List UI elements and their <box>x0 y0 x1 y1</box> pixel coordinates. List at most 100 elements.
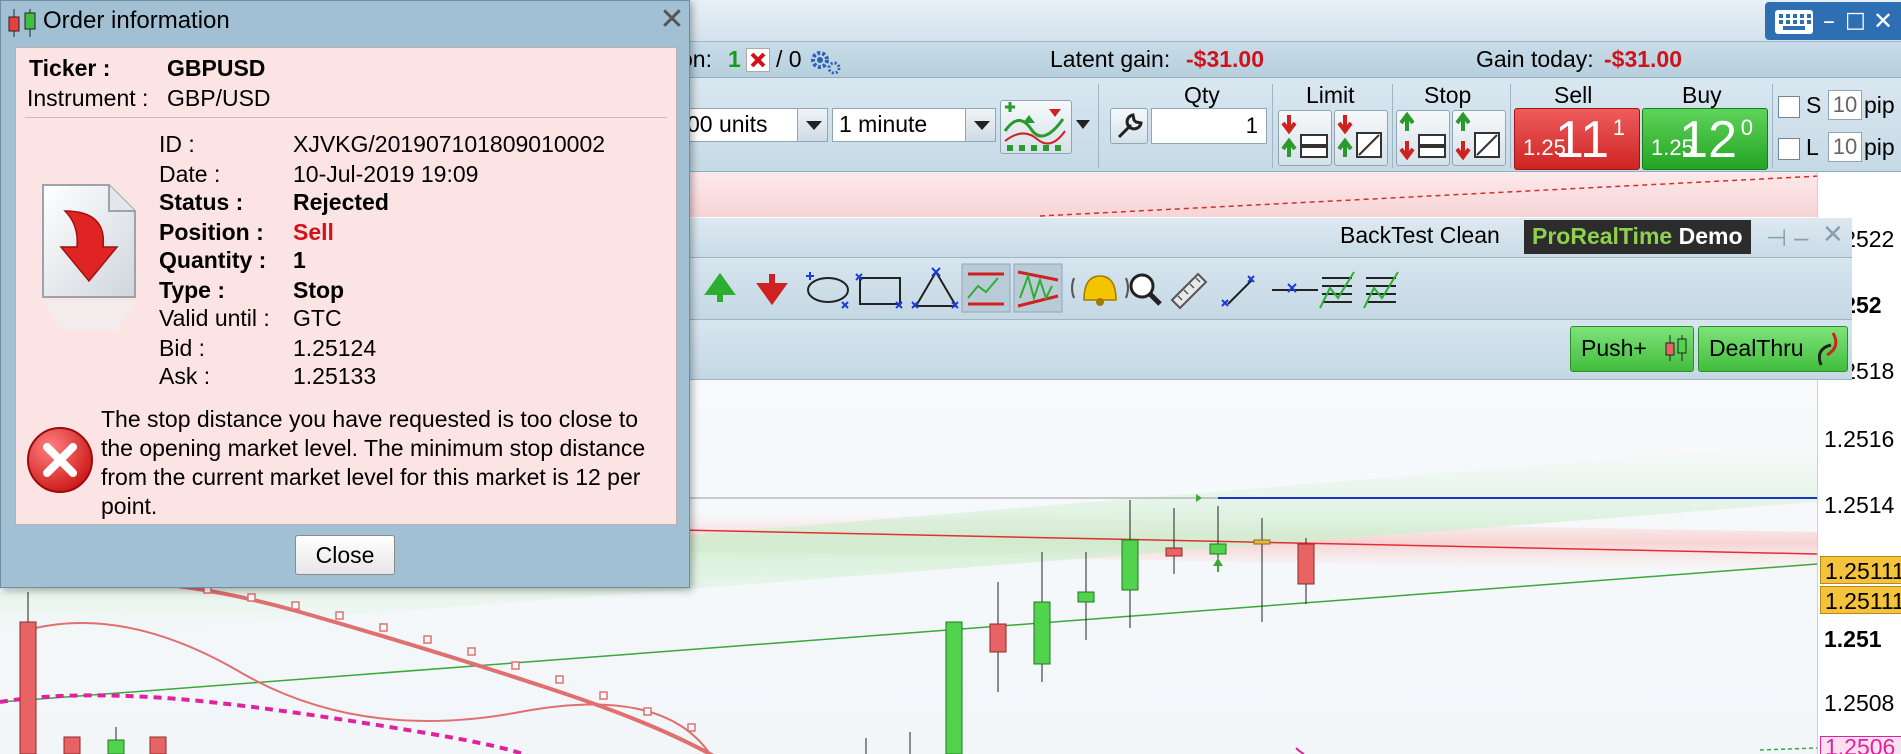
dealthru-button[interactable]: DealThru <box>1698 326 1848 372</box>
qty-label: Qty <box>1184 82 1220 108</box>
quantity-input[interactable]: 1 <box>1151 108 1267 144</box>
sell-price-fraction: 1 <box>1612 115 1625 140</box>
arrow-down-icon <box>756 274 788 306</box>
window-controls: – □ ✕ <box>1765 2 1901 40</box>
stop-pips-unit: pip <box>1864 92 1895 118</box>
pin-icon[interactable]: ⊣ <box>1766 224 1787 253</box>
id-label: ID : <box>159 131 195 157</box>
dialog-title: Order information <box>43 7 230 34</box>
status-value: Rejected <box>293 189 389 215</box>
push-plus-label: Push+ <box>1581 335 1647 361</box>
backtest-label[interactable]: BackTest Clean <box>1340 222 1500 249</box>
stop-label: Stop <box>1424 82 1472 108</box>
date-label: Date : <box>159 161 221 187</box>
push-plus-button[interactable]: Push+ <box>1570 326 1694 372</box>
units-select[interactable]: 00 units <box>680 108 828 142</box>
indicator-price-label: 1.2506 <box>1820 736 1901 754</box>
close-button[interactable]: Close <box>295 535 395 575</box>
maximize-icon[interactable]: □ <box>1845 8 1866 34</box>
ticker-value: GBPUSD <box>167 55 266 81</box>
ask-value: 1.25133 <box>293 363 377 389</box>
sell-price-pips: 11 <box>1555 111 1609 169</box>
quantity-label: Quantity : <box>159 247 267 273</box>
rectangle-icon <box>855 273 903 309</box>
limit-sell-order-button[interactable] <box>1334 110 1388 166</box>
bid-label: Bid : <box>159 335 206 361</box>
buy-label: Buy <box>1682 82 1722 108</box>
keyboard-icon[interactable] <box>1775 10 1813 34</box>
account-status-bar: on: 1 / 0 Latent gain: -$31.00 Gain toda… <box>680 42 1901 78</box>
date-value: 10-Jul-2019 19:09 <box>293 161 479 187</box>
limit-pips-checkbox[interactable] <box>1778 138 1800 160</box>
wrench-icon[interactable] <box>1110 108 1148 144</box>
error-icon <box>27 427 93 493</box>
indicators-menu-arrow[interactable] <box>1076 120 1090 129</box>
brand-name: ProRealTime <box>1532 223 1673 249</box>
status-label: Status : <box>159 189 244 215</box>
bid-value: 1.25124 <box>293 335 377 361</box>
brand-mode: Demo <box>1678 223 1743 249</box>
order-information-dialog: Order information ✕ Ticker : GBPUSD Inst… <box>0 0 690 588</box>
minimize-icon[interactable]: – <box>1794 222 1808 253</box>
instrument-label: Instrument : <box>27 85 149 111</box>
timeframe-select[interactable]: 1 minute <box>832 108 996 142</box>
ask-label: Ask : <box>159 363 211 389</box>
y-tick: 1.2514 <box>1824 492 1895 518</box>
ask-price-label: 1.25111 <box>1820 586 1901 614</box>
sell-order-document-icon <box>42 184 136 331</box>
chevron-down-icon <box>965 109 995 141</box>
timeframe-value: 1 minute <box>839 111 928 137</box>
candles-icon <box>8 9 36 37</box>
limit-label: Limit <box>1306 82 1355 108</box>
gain-today-label: Gain today: <box>1476 46 1594 72</box>
divider <box>25 117 667 118</box>
close-icon[interactable]: ✕ <box>1873 8 1893 34</box>
ruler-icon <box>1170 272 1208 310</box>
buy-button[interactable]: 1.25 12 0 <box>1642 108 1768 170</box>
limit-pips-input[interactable]: 10 <box>1828 132 1862 162</box>
type-value: Stop <box>293 277 345 303</box>
valid-until-value: GTC <box>293 305 342 331</box>
triangle-icon <box>911 267 959 309</box>
pending-count: / 0 <box>776 46 802 72</box>
latent-gain-label: Latent gain: <box>1050 46 1171 72</box>
y-tick: 1.251 <box>1824 626 1882 652</box>
sell-label: Sell <box>1554 82 1593 108</box>
sell-button[interactable]: 1.25 11 1 <box>1514 108 1640 170</box>
close-icon[interactable]: ✕ <box>657 5 687 35</box>
stop-pips-input[interactable]: 10 <box>1828 90 1862 120</box>
error-message: The stop distance you have requested is … <box>101 406 646 519</box>
position-label: Position : <box>159 219 264 245</box>
units-value: 00 units <box>687 111 768 137</box>
position-value: Sell <box>293 219 334 245</box>
drawing-toolbar <box>680 258 1852 320</box>
candles-icon <box>1665 335 1687 361</box>
limit-pips-letter: L <box>1806 134 1819 160</box>
dealthru-label: DealThru <box>1709 335 1804 361</box>
close-icon[interactable]: ✕ <box>1822 220 1844 250</box>
type-label: Type : <box>159 277 226 303</box>
buy-price-pips: 12 <box>1679 111 1737 169</box>
gain-today-value: -$31.00 <box>1604 46 1683 72</box>
y-tick: 1.2516 <box>1824 426 1895 452</box>
quantity-value: 1 <box>293 247 306 273</box>
stop-pips-checkbox[interactable] <box>1778 96 1800 118</box>
limit-buy-order-button[interactable] <box>1278 110 1332 166</box>
alert-bell-icon <box>1071 275 1129 306</box>
indicators-button[interactable] <box>1000 100 1072 154</box>
instrument-value: GBP/USD <box>167 85 271 111</box>
fibonacci-icon <box>1319 271 1355 309</box>
latent-gain-value: -$31.00 <box>1186 46 1265 72</box>
gear-icon[interactable] <box>808 46 842 82</box>
buy-price-fraction: 0 <box>1740 115 1753 140</box>
zoom-icon <box>1129 273 1162 306</box>
fibonacci-extension-icon <box>1363 271 1399 309</box>
stop-sell-order-button[interactable] <box>1452 110 1506 166</box>
minimize-icon[interactable]: – <box>1823 8 1835 34</box>
brand-badge: ProRealTime Demo <box>1524 220 1751 254</box>
valid-until-label: Valid until : <box>159 305 270 331</box>
limit-pips-unit: pip <box>1864 134 1895 160</box>
stop-buy-order-button[interactable] <box>1396 110 1450 166</box>
close-positions-icon[interactable] <box>746 48 770 72</box>
chevron-down-icon <box>797 109 827 141</box>
